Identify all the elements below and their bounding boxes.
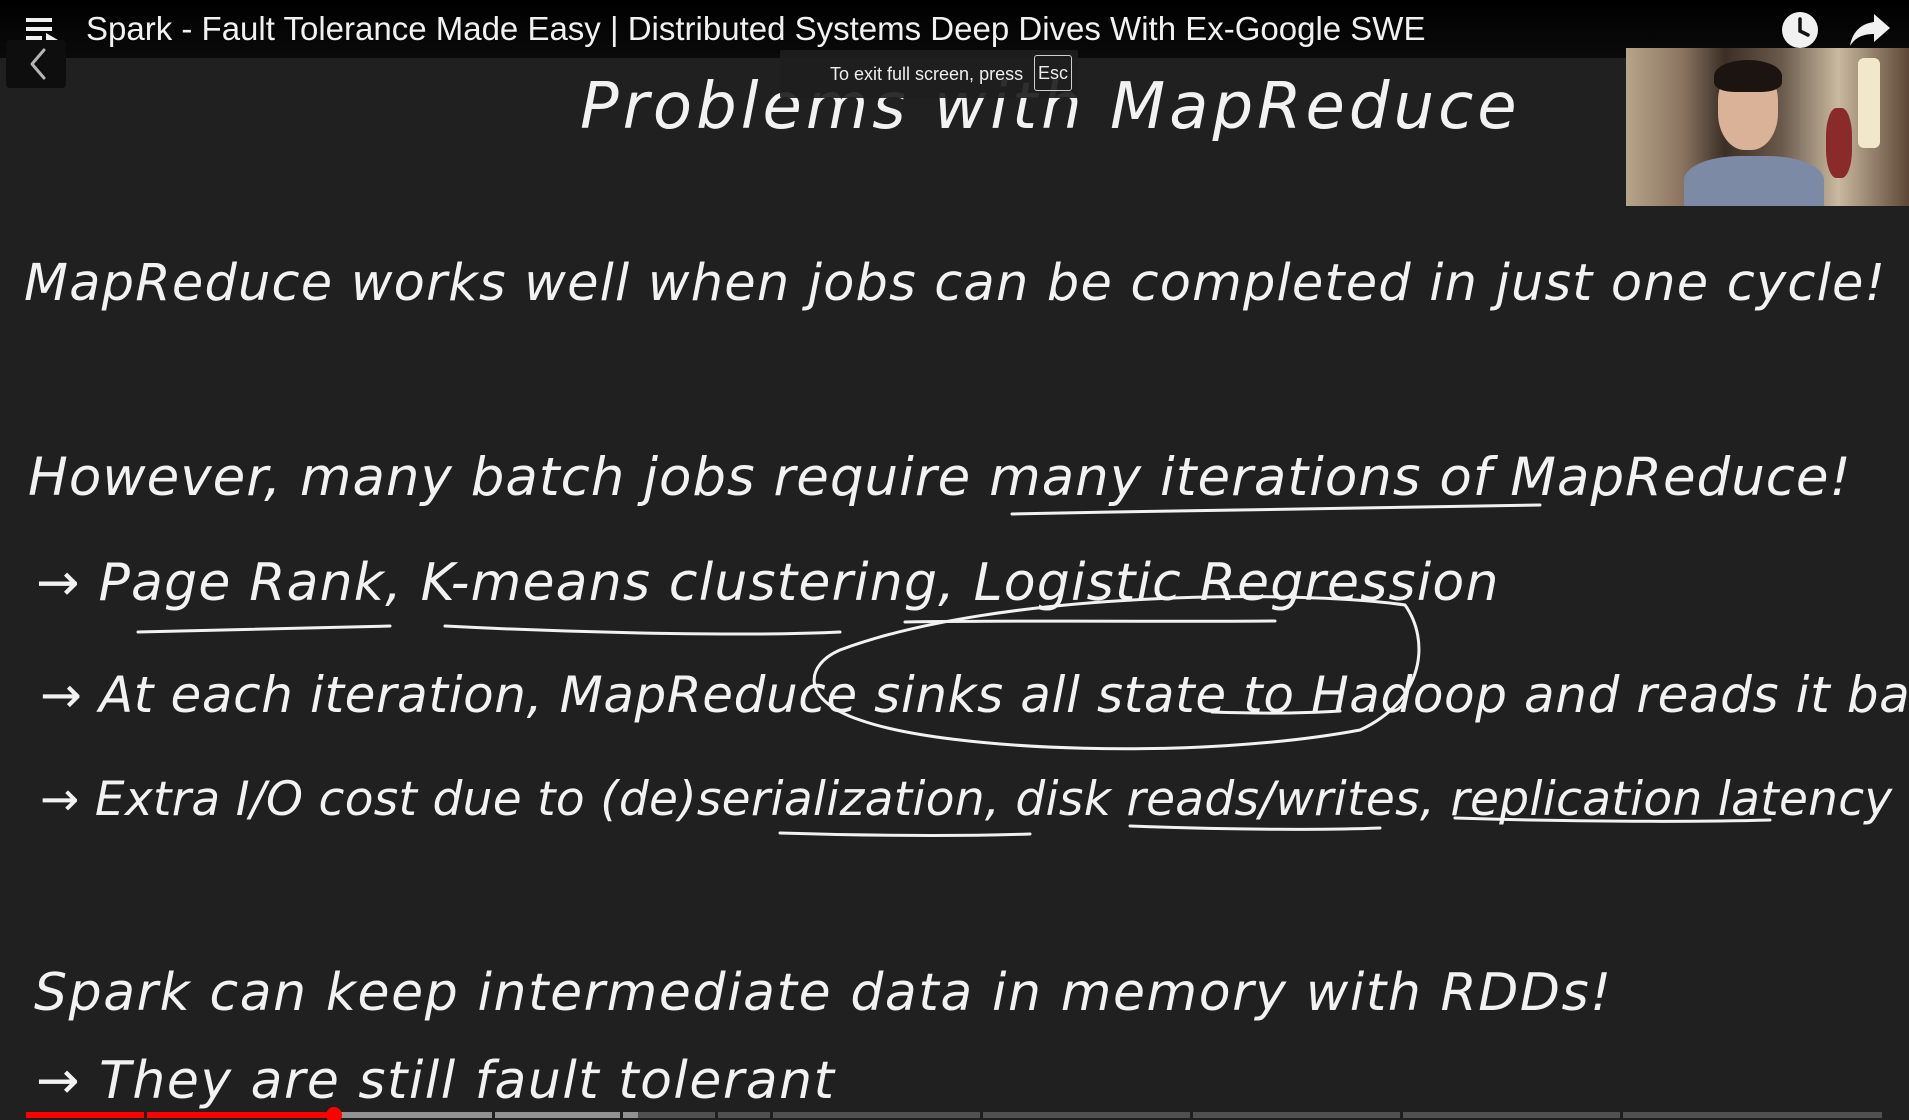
underline-page-rank bbox=[136, 624, 392, 634]
slide-handwriting: Problems with MapReduce MapReduce works … bbox=[24, 70, 1909, 1111]
chapter-marker bbox=[1400, 1112, 1403, 1118]
slide-line-1: MapReduce works well when jobs can be co… bbox=[24, 254, 1886, 313]
slide-line-3: Spark can keep intermediate data in memo… bbox=[34, 963, 1613, 1023]
chapter-marker bbox=[715, 1112, 718, 1118]
chevron-left-icon bbox=[30, 48, 46, 80]
slide-line-2: However, many batch jobs require many it… bbox=[28, 447, 1852, 508]
chapter-marker bbox=[492, 1112, 495, 1118]
slide-bullet-3: → Extra I/O cost due to (de)serializatio… bbox=[40, 772, 1893, 827]
chapter-marker bbox=[980, 1112, 983, 1118]
esc-key-hint: Esc bbox=[1034, 55, 1072, 91]
watch-later-button[interactable] bbox=[1780, 10, 1820, 50]
fullscreen-toast-text: To exit full screen, press bbox=[830, 64, 1024, 84]
slide-bullet-2: → At each iteration, MapReduce sinks all… bbox=[40, 666, 1909, 724]
progress-bar[interactable] bbox=[26, 1112, 1882, 1118]
slide-bullet-4: → They are still fault tolerant bbox=[36, 1051, 836, 1111]
underline-deserialization bbox=[778, 831, 1032, 837]
presenter-hair bbox=[1714, 60, 1782, 92]
clock-icon bbox=[1782, 12, 1818, 48]
chapter-marker bbox=[144, 1112, 147, 1118]
underline-logistic bbox=[903, 619, 1277, 624]
chapter-marker bbox=[1190, 1112, 1193, 1118]
progress-scrubber[interactable] bbox=[326, 1107, 343, 1120]
presenter-body bbox=[1684, 156, 1824, 206]
lamp-shape bbox=[1858, 58, 1880, 148]
slide-board: Problems with MapReduce MapReduce works … bbox=[24, 70, 1909, 1111]
webcam-overlay bbox=[1626, 48, 1909, 206]
share-arrow-icon bbox=[1850, 14, 1890, 46]
fullscreen-exit-toast: To exit full screen, press Esc bbox=[780, 50, 1078, 98]
share-button[interactable] bbox=[1848, 10, 1892, 50]
progress-played bbox=[26, 1112, 335, 1118]
plant-shape bbox=[1826, 108, 1852, 178]
underline-k-means bbox=[443, 624, 842, 636]
video-player[interactable]: Problems with MapReduce MapReduce works … bbox=[0, 0, 1909, 1120]
slide-bullet-1: → Page Rank, K-means clustering, Logisti… bbox=[36, 553, 1500, 613]
back-button[interactable] bbox=[6, 40, 66, 88]
video-title[interactable]: Spark - Fault Tolerance Made Easy | Dist… bbox=[86, 10, 1425, 48]
chapter-marker bbox=[620, 1112, 623, 1118]
chapter-marker bbox=[770, 1112, 773, 1118]
chapter-marker bbox=[1620, 1112, 1623, 1118]
